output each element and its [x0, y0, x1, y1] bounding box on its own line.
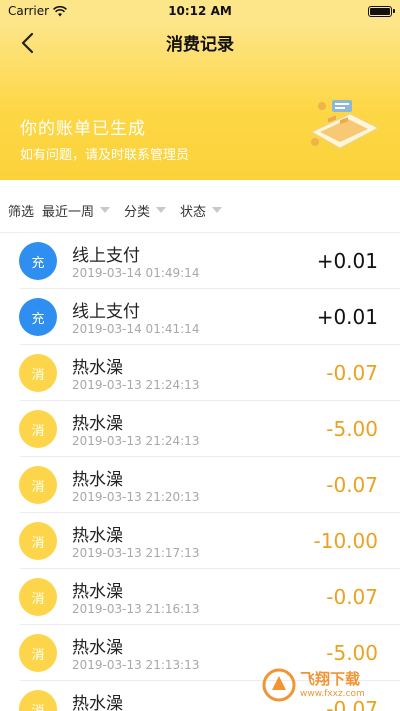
chevron-left-icon: [21, 32, 34, 54]
filter-status-label: 状态: [180, 204, 207, 220]
bill-illustration-icon: [310, 100, 380, 149]
record-time: 2019-03-13 21:13:13: [72, 658, 200, 672]
filter-category-dropdown[interactable]: 分类: [124, 201, 167, 220]
watermark-name: 飞翔下载: [300, 669, 361, 688]
consume-badge-icon: 消: [19, 634, 57, 672]
filter-bar: 筛选 最近一周 分类 状态: [0, 190, 400, 230]
record-time: 2019-03-13 21:16:13: [72, 602, 200, 616]
watermark-url: www.fxxz.com: [300, 688, 365, 699]
battery-icon: [368, 5, 395, 17]
caret-down-icon: [156, 207, 167, 213]
wifi-icon: [53, 5, 68, 16]
record-amount: -0.07: [326, 473, 378, 497]
record-amount: +0.01: [316, 305, 378, 329]
record-title: 热水澡: [72, 414, 123, 434]
record-title: 热水澡: [72, 470, 123, 490]
bill-contact-subtitle: 如有问题，请及时联系管理员: [20, 148, 190, 163]
caret-down-icon: [212, 207, 223, 213]
caret-down-icon: [100, 207, 111, 213]
record-title: 热水澡: [72, 694, 123, 711]
record-list[interactable]: 充线上支付 2019-03-14 01:49:14 +0.01 充线上支付 2019-0…: [0, 233, 400, 711]
record-time: 2019-03-14 01:49:14: [72, 266, 200, 280]
consume-badge-icon: 消: [19, 410, 57, 448]
filter-date-label: 最近一周: [42, 204, 95, 220]
watermark: 飞翔下载 www.fxxz.com: [262, 665, 392, 705]
recharge-badge-icon: 充: [19, 298, 57, 336]
record-amount: -10.00: [313, 529, 378, 553]
record-row[interactable]: 消热水澡 2019-03-13 21:16:13 -0.07: [0, 569, 400, 625]
record-row[interactable]: 消热水澡 2019-03-13 21:24:13 -0.07: [0, 345, 400, 401]
nav-bar: 消费记录: [0, 22, 400, 62]
record-title: 热水澡: [72, 582, 123, 602]
recharge-badge-icon: 充: [19, 242, 57, 280]
watermark-logo-icon: [262, 668, 296, 702]
record-amount: -0.07: [326, 585, 378, 609]
consume-badge-icon: 消: [19, 578, 57, 616]
header-banner: 消费记录 你的账单已生成 如有问题，请及时联系管理员: [0, 22, 400, 180]
filter-category-label: 分类: [124, 204, 151, 220]
record-row[interactable]: 充线上支付 2019-03-14 01:41:14 +0.01: [0, 289, 400, 345]
record-time: 2019-03-13 21:20:13: [72, 490, 200, 504]
consume-badge-icon: 消: [19, 690, 57, 711]
record-time: 2019-03-14 01:41:14: [72, 322, 200, 336]
filter-status-dropdown[interactable]: 状态: [180, 201, 223, 220]
record-row[interactable]: 消热水澡 2019-03-13 21:24:13 -5.00: [0, 401, 400, 457]
consume-badge-icon: 消: [19, 354, 57, 392]
filter-date-dropdown[interactable]: 最近一周: [42, 201, 111, 220]
record-title: 热水澡: [72, 358, 123, 378]
record-title: 热水澡: [72, 638, 123, 658]
record-time: 2019-03-13 21:24:13: [72, 378, 200, 392]
record-title: 线上支付: [72, 246, 140, 266]
page-title: 消费记录: [166, 34, 234, 55]
record-amount: -5.00: [326, 417, 378, 441]
consume-badge-icon: 消: [19, 466, 57, 504]
record-amount: +0.01: [316, 249, 378, 273]
bill-generated-title: 你的账单已生成: [20, 119, 146, 139]
record-row[interactable]: 充线上支付 2019-03-14 01:49:14 +0.01: [0, 233, 400, 289]
filter-label: 筛选: [8, 204, 35, 220]
back-button[interactable]: [12, 28, 42, 58]
record-row[interactable]: 消热水澡 2019-03-13 21:17:13 -10.00: [0, 513, 400, 569]
record-amount: -5.00: [326, 641, 378, 665]
carrier-label: Carrier: [8, 4, 50, 18]
record-amount: -0.07: [326, 361, 378, 385]
record-title: 线上支付: [72, 302, 140, 322]
record-time: 2019-03-13 21:24:13: [72, 434, 200, 448]
record-title: 热水澡: [72, 526, 123, 546]
status-left: Carrier: [8, 4, 68, 18]
record-time: 2019-03-13 21:17:13: [72, 546, 200, 560]
status-bar: Carrier 10:12 AM: [0, 0, 400, 22]
record-row[interactable]: 消热水澡 2019-03-13 21:20:13 -0.07: [0, 457, 400, 513]
consume-badge-icon: 消: [19, 522, 57, 560]
